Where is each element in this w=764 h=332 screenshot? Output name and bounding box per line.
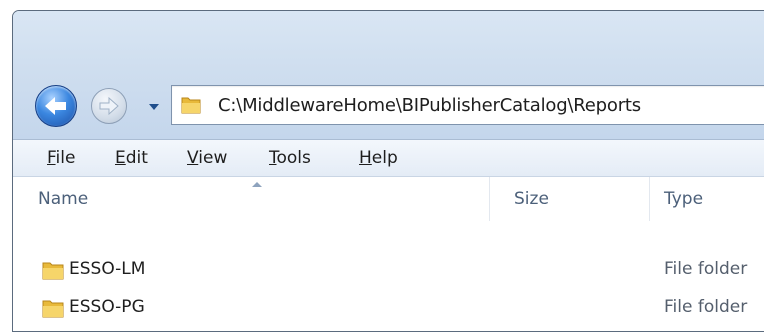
column-size[interactable]: Size [490,177,650,221]
menu-view-label: iew [198,148,228,168]
window-chrome: C:\MiddlewareHome\BIPublisherCatalog\Rep… [13,11,764,140]
file-row[interactable]: ESSO-LM File folder [13,253,764,287]
menu-help[interactable]: Help [359,148,398,168]
forward-button[interactable] [91,88,127,124]
menu-tools-accel: T [269,148,277,168]
menu-edit[interactable]: Edit [115,148,148,168]
column-type-label: Type [664,189,704,209]
file-type: File folder [664,297,748,317]
address-bar[interactable]: C:\MiddlewareHome\BIPublisherCatalog\Rep… [171,85,764,125]
back-arrow-icon [45,97,66,115]
forward-arrow-icon [99,96,119,116]
menu-tools-label: ools [276,148,311,168]
column-size-label: Size [514,189,549,209]
explorer-window: C:\MiddlewareHome\BIPublisherCatalog\Rep… [12,10,764,332]
folder-icon [181,97,201,114]
column-header: Name Size Type [13,177,764,221]
column-type[interactable]: Type [650,177,764,221]
file-name: ESSO-PG [69,297,145,317]
menu-view-accel: V [187,148,199,168]
menu-view[interactable]: View [187,148,227,168]
column-name-label: Name [38,189,89,209]
folder-icon [42,262,64,280]
file-type: File folder [664,259,748,279]
menu-edit-accel: E [115,148,126,168]
menu-help-label: elp [371,148,398,168]
file-name: ESSO-LM [69,259,146,279]
menu-file-accel: F [47,148,56,168]
chevron-down-icon[interactable] [148,102,160,112]
file-row[interactable]: ESSO-PG File folder [13,291,764,325]
menu-tools[interactable]: Tools [269,148,311,168]
sort-ascending-icon [252,182,262,187]
menu-edit-label: dit [125,148,148,168]
menu-file-label: ile [55,148,76,168]
back-button[interactable] [35,85,77,127]
menu-file[interactable]: File [47,148,75,168]
menu-help-accel: H [359,148,372,168]
address-path[interactable]: C:\MiddlewareHome\BIPublisherCatalog\Rep… [218,95,641,116]
folder-icon [42,300,64,318]
column-name[interactable]: Name [13,177,490,221]
menu-bar: File Edit View Tools Help [13,140,764,177]
